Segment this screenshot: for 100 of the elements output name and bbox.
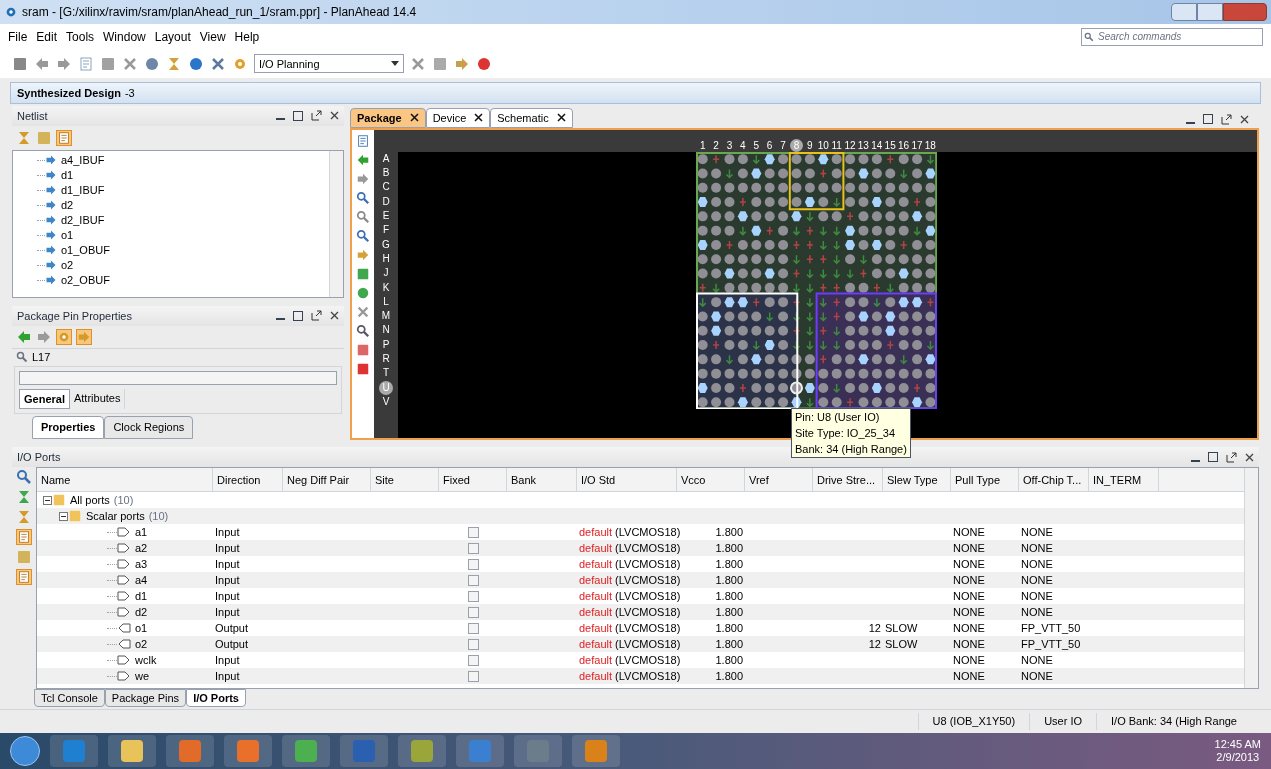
scrollbar[interactable] — [329, 150, 343, 297]
property-tab[interactable]: General — [19, 388, 70, 410]
net-icon[interactable] — [45, 274, 57, 287]
start-button[interactable] — [10, 736, 40, 766]
net-icon[interactable] — [45, 214, 57, 227]
column-header[interactable]: Fixed — [439, 468, 507, 492]
tree-item[interactable]: o1 — [61, 227, 74, 244]
fixed-checkbox[interactable] — [467, 574, 479, 586]
clock-time[interactable]: 12:45 AM — [1214, 738, 1261, 751]
column-header[interactable]: Pull Type — [951, 468, 1019, 492]
float-icon[interactable] — [311, 110, 322, 122]
column-header[interactable]: Site — [371, 468, 439, 492]
float-icon[interactable] — [311, 310, 322, 322]
search-icon[interactable] — [16, 469, 32, 486]
panel-tab[interactable]: Package Pins — [104, 689, 187, 708]
collapse-icon[interactable] — [43, 495, 52, 505]
help-icon[interactable] — [476, 55, 492, 72]
tree-item[interactable]: d1_IBUF — [61, 182, 105, 199]
zoom-fit-icon[interactable] — [356, 228, 370, 243]
close-icon[interactable] — [556, 113, 566, 123]
clock-date[interactable]: 2/9/2013 — [1216, 751, 1260, 764]
expand-icon[interactable] — [16, 509, 32, 526]
gear-icon[interactable] — [56, 328, 72, 345]
port-name[interactable]: a1 — [135, 524, 148, 541]
expand-icon[interactable] — [16, 129, 32, 146]
net-icon[interactable] — [45, 244, 57, 257]
sort-icon[interactable] — [56, 129, 72, 146]
scrollbar[interactable] — [1244, 468, 1258, 689]
zoom-in-icon[interactable] — [356, 190, 370, 205]
maximize-icon[interactable] — [293, 310, 303, 321]
menu-item[interactable]: View — [199, 27, 226, 46]
property-tab[interactable]: Attributes — [69, 388, 126, 410]
column-header[interactable]: Off-Chip T... — [1019, 468, 1089, 492]
menu-item[interactable]: Window — [103, 27, 146, 46]
zoom-out-icon[interactable] — [356, 209, 370, 224]
taskbar-app-icon[interactable] — [166, 735, 214, 767]
net-icon[interactable] — [45, 154, 57, 167]
taskbar-app-icon[interactable] — [398, 735, 446, 767]
restore-button[interactable] — [1197, 3, 1223, 21]
fixed-checkbox[interactable] — [467, 622, 479, 634]
app-icon[interactable] — [4, 5, 18, 19]
menu-item[interactable]: Help — [234, 27, 260, 46]
close-icon[interactable] — [474, 113, 484, 123]
maximize-icon[interactable] — [1203, 114, 1213, 125]
close-button[interactable] — [1223, 3, 1267, 21]
pointer-icon[interactable] — [76, 328, 92, 345]
port-name[interactable]: wclk — [135, 652, 157, 669]
port-name[interactable]: o2 — [135, 636, 148, 653]
net-icon[interactable] — [45, 184, 57, 197]
net-icon[interactable] — [45, 199, 57, 212]
column-header[interactable]: Slew Type — [883, 468, 951, 492]
net-icon[interactable] — [45, 259, 57, 272]
taskbar-app-icon[interactable] — [282, 735, 330, 767]
column-header[interactable]: Name — [37, 468, 213, 492]
delete-icon[interactable] — [122, 55, 138, 72]
pointer-icon[interactable] — [356, 247, 370, 262]
back-icon[interactable] — [356, 152, 370, 167]
column-header[interactable]: Vref — [745, 468, 813, 492]
search-field[interactable]: Search commands — [1081, 27, 1263, 46]
tree-item[interactable]: a4_IBUF — [61, 152, 105, 169]
fixed-checkbox[interactable] — [467, 542, 479, 554]
panel-tab[interactable]: I/O Ports — [186, 689, 246, 708]
close-icon[interactable] — [1240, 114, 1249, 124]
tree-item[interactable]: o1_OBUF — [61, 242, 110, 259]
layout-select[interactable]: I/O Planning — [254, 54, 404, 74]
property-field[interactable] — [19, 370, 337, 385]
close-icon[interactable] — [409, 113, 419, 123]
port-name[interactable]: we — [135, 668, 150, 685]
fixed-checkbox[interactable] — [467, 606, 479, 618]
menu-item[interactable]: Tools — [66, 27, 95, 46]
panel-tab[interactable]: Properties — [32, 416, 105, 439]
group-label[interactable]: All ports — [70, 492, 110, 509]
probe-icon[interactable] — [356, 323, 370, 338]
close-icon[interactable] — [1245, 452, 1254, 462]
panel-tab[interactable]: Clock Regions — [104, 416, 194, 439]
net-icon[interactable] — [45, 169, 57, 182]
menu-item[interactable]: File — [8, 27, 28, 46]
editor-tab[interactable]: Device — [425, 107, 491, 128]
fixed-checkbox[interactable] — [467, 638, 479, 650]
port-name[interactable]: a2 — [135, 540, 148, 557]
column-header[interactable]: Neg Diff Pair — [283, 468, 371, 492]
tree-item[interactable]: d2_IBUF — [61, 212, 105, 229]
taskbar-app-icon[interactable] — [224, 735, 272, 767]
fixed-checkbox[interactable] — [467, 590, 479, 602]
search-icon[interactable] — [1084, 31, 1094, 42]
forward-icon[interactable] — [356, 171, 370, 186]
fixed-checkbox[interactable] — [467, 526, 479, 538]
port-name[interactable]: d1 — [135, 588, 148, 605]
redo-icon[interactable] — [56, 55, 72, 72]
menu-item[interactable]: Edit — [36, 27, 58, 46]
maximize-icon[interactable] — [1208, 452, 1218, 463]
sort-icon[interactable] — [16, 569, 32, 586]
fixed-checkbox[interactable] — [467, 654, 479, 666]
float-icon[interactable] — [1221, 113, 1232, 125]
port-name[interactable]: a3 — [135, 556, 148, 573]
group-label[interactable]: Scalar ports — [86, 508, 145, 525]
tree-item[interactable]: o2_OBUF — [61, 272, 110, 289]
editor-tab[interactable]: Package — [350, 107, 426, 128]
tree-item[interactable]: d2 — [61, 197, 74, 214]
net-icon[interactable] — [45, 229, 57, 242]
